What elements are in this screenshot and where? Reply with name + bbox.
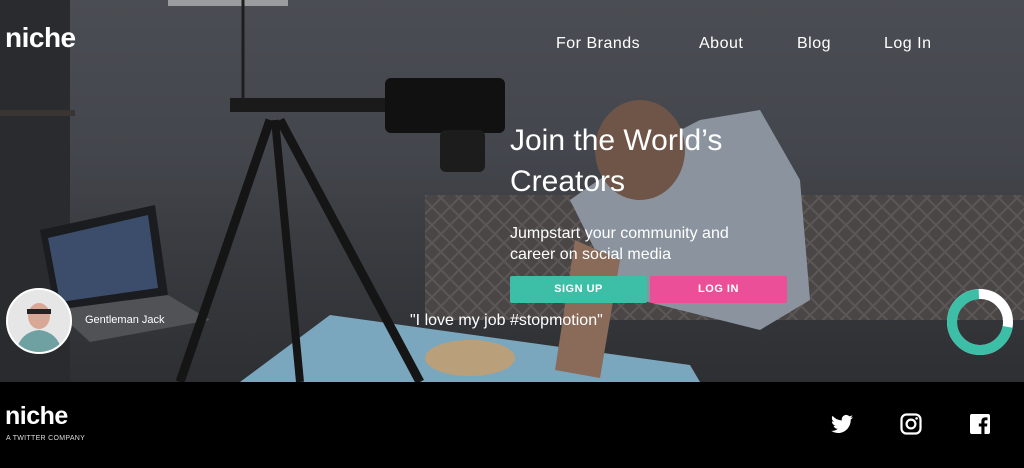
nav-about[interactable]: About [699,35,743,53]
hero-section: niche For Brands About Blog Log In Join … [0,0,1024,382]
footer-tagline: A TWITTER COMPANY [6,435,86,442]
niche-logo[interactable]: niche [5,22,76,54]
nav-blog[interactable]: Blog [797,35,831,53]
facebook-icon[interactable] [968,412,992,436]
login-button[interactable]: LOG IN [650,276,787,303]
nav-for-brands[interactable]: For Brands [556,35,640,53]
avatar-image [8,290,70,352]
hero-subline: Jumpstart your community and career on s… [510,225,729,263]
nav-log-in[interactable]: Log In [884,35,931,53]
footer-niche-logo[interactable]: niche [5,402,68,431]
twitter-icon[interactable] [830,412,854,436]
hero-headline: Join the World’s Creators [510,124,723,198]
signup-button[interactable]: SIGN UP [510,276,647,303]
creator-avatar[interactable] [6,288,72,354]
instagram-icon[interactable] [899,412,923,436]
loading-ring-icon [947,289,1013,356]
creator-name[interactable]: Gentleman Jack [85,314,164,326]
footer: niche A TWITTER COMPANY [0,382,1024,468]
creator-quote: "I love my job #stopmotion" [410,312,603,329]
